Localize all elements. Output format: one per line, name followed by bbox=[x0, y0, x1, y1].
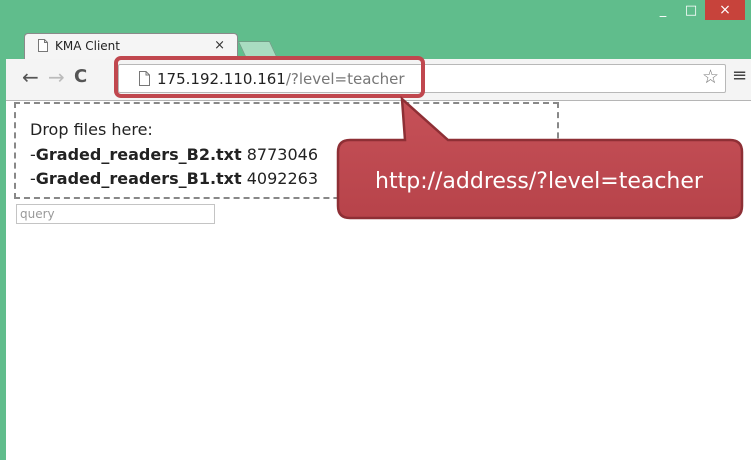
callout-bubble bbox=[336, 96, 744, 220]
browser-window: _ □ × KMA Client × ← → C 175.192.110.161… bbox=[0, 0, 751, 460]
callout-text: http://address/?level=teacher bbox=[375, 168, 703, 194]
